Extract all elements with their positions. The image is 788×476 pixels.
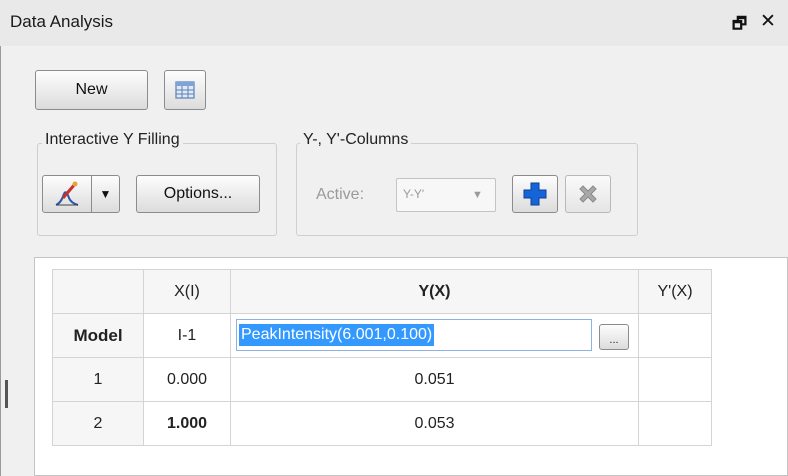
column-header-y[interactable]: Y(X)	[230, 269, 639, 314]
x-cell[interactable]: 1.000	[143, 401, 231, 446]
formula-browse-button[interactable]: ...	[599, 324, 629, 350]
resize-grip[interactable]	[5, 380, 8, 408]
active-label: Active:	[316, 186, 365, 203]
column-header-x[interactable]: X(I)	[143, 269, 231, 314]
float-window-icon[interactable]: 🗗	[732, 13, 747, 40]
options-button[interactable]: Options...	[136, 175, 260, 213]
dy-cell[interactable]	[638, 357, 712, 402]
table-row: 1 0.000 0.051	[52, 357, 712, 402]
graph-picker-button[interactable]	[42, 175, 92, 213]
column-header-dy[interactable]: Y'(X)	[638, 269, 712, 314]
panel-title: Data Analysis	[10, 12, 113, 31]
y-cell[interactable]: 0.053	[230, 401, 639, 446]
formula-text: PeakIntensity(6.001,0.100)	[239, 324, 435, 346]
active-column-value: Y-Y'	[403, 187, 425, 201]
columns-legend: Y-, Y'-Columns	[300, 131, 412, 149]
x-cell[interactable]: 0.000	[143, 357, 231, 402]
table-view-button[interactable]	[164, 70, 206, 110]
formula-input[interactable]: PeakIntensity(6.001,0.100)	[236, 319, 592, 351]
graph-picker-icon	[55, 181, 79, 206]
model-x-cell[interactable]: I-1	[143, 313, 231, 358]
y-cell[interactable]: 0.051	[230, 357, 639, 402]
model-formula-cell[interactable]: PeakIntensity(6.001,0.100) ...	[230, 313, 639, 358]
new-button[interactable]: New	[35, 70, 148, 110]
header-row: X(I) Y(X) Y'(X)	[52, 269, 712, 314]
row-header-index: 1	[52, 357, 144, 402]
close-icon[interactable]: ✕	[760, 10, 776, 33]
graph-picker-dropdown[interactable]: ▼	[91, 175, 120, 213]
model-dy-cell[interactable]	[638, 313, 712, 358]
chevron-down-icon: ▼	[99, 187, 112, 201]
left-edge-divider	[0, 46, 1, 476]
delete-column-button[interactable]	[565, 175, 611, 213]
data-table: X(I) Y(X) Y'(X) Model I-1 PeakIntensity(…	[52, 269, 712, 446]
table-view-icon	[175, 81, 195, 99]
model-row: Model I-1 PeakIntensity(6.001,0.100) ...	[52, 313, 712, 358]
add-column-button[interactable]	[512, 175, 558, 213]
chevron-down-icon: ▼	[472, 189, 483, 201]
dy-cell[interactable]	[638, 401, 712, 446]
delete-x-icon	[579, 185, 597, 203]
panel-titlebar	[0, 0, 788, 46]
row-header-index: 2	[52, 401, 144, 446]
row-header-model: Model	[52, 313, 144, 358]
interactive-fill-legend: Interactive Y Filling	[42, 131, 183, 149]
corner-header	[52, 269, 144, 314]
active-column-select[interactable]: Y-Y' ▼	[396, 178, 496, 212]
plus-icon	[523, 182, 547, 206]
table-row: 2 1.000 0.053	[52, 401, 712, 446]
